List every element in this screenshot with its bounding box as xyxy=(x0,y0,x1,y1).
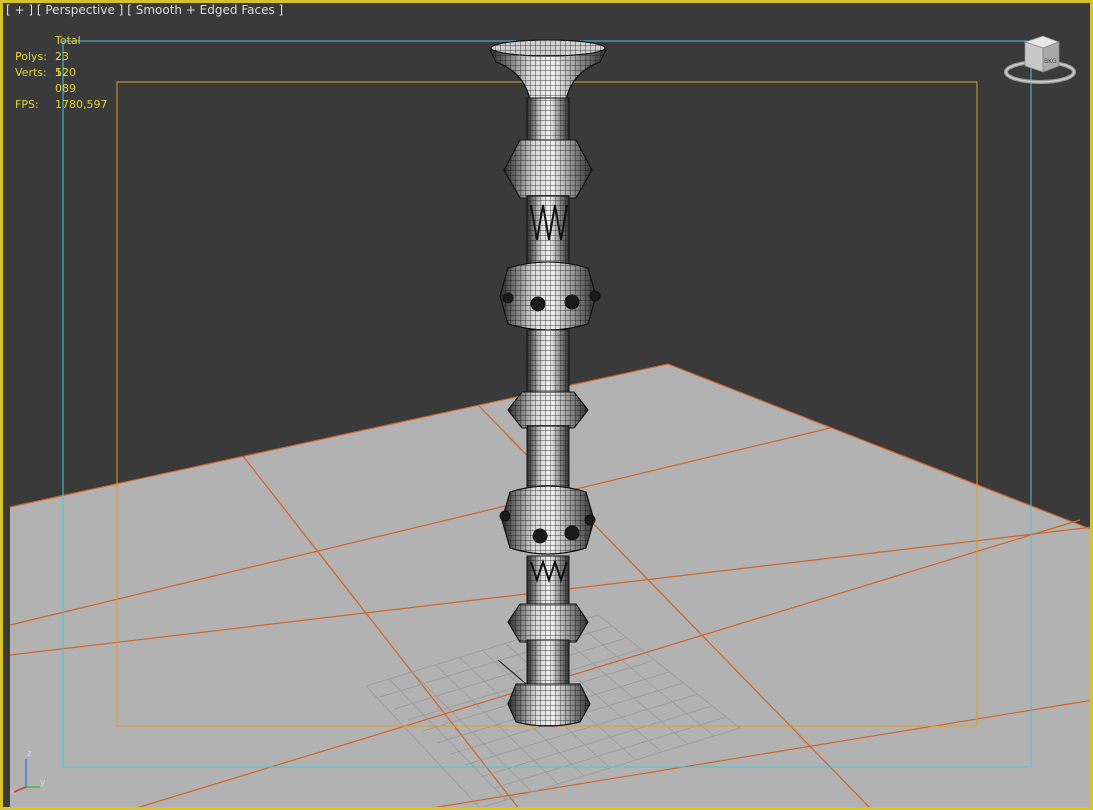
viewport-label: [ + ] [ Perspective ] [ Smooth + Edged F… xyxy=(6,3,283,17)
viewport-view-name[interactable]: [ Perspective ] xyxy=(37,3,124,17)
verts-label: Verts: xyxy=(15,66,47,79)
viewcube-face-label: BKG xyxy=(1044,58,1057,65)
viewport-shading-mode[interactable]: [ Smooth + Edged Faces ] xyxy=(127,3,283,17)
viewport-menu-plus[interactable]: [ + ] xyxy=(6,3,33,17)
scene-canvas[interactable] xyxy=(0,0,1093,810)
verts-value: 12 089 xyxy=(55,66,76,95)
fps-value: 1780,597 xyxy=(55,98,108,111)
perspective-viewport[interactable]: [ + ] [ Perspective ] [ Smooth + Edged F… xyxy=(0,0,1093,810)
viewcube-icon[interactable]: BKG xyxy=(1003,32,1078,88)
fps-label: FPS: xyxy=(15,98,39,111)
axis-tripod-icon: z y x xyxy=(10,749,46,795)
polys-label: Polys: xyxy=(15,50,47,63)
axis-z-label: z xyxy=(27,749,32,759)
stats-title: Total xyxy=(55,34,81,47)
axis-x-label: x xyxy=(10,787,16,795)
axis-y-label: y xyxy=(40,778,46,788)
